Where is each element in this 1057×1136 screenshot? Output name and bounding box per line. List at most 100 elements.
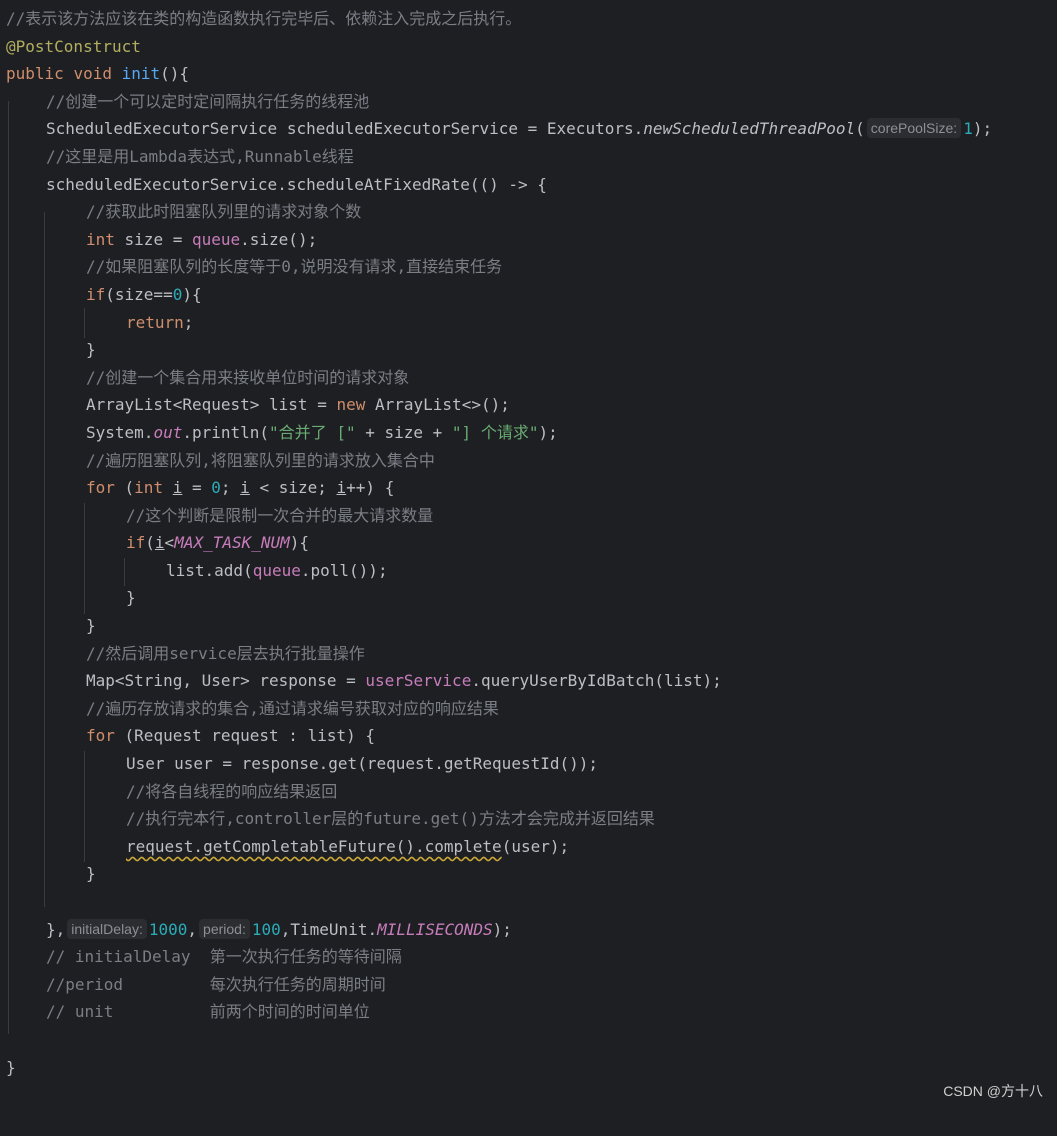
code-text: < size; [249,478,337,498]
keyword: for [86,478,115,498]
code-line: for (Request request : list) { [0,722,1057,750]
method-signature: public void init(){ [6,60,189,88]
code-line: //将各自线程的响应结果返回 [0,778,1057,806]
code-text: .println( [182,422,270,442]
annotation: @PostConstruct [6,36,141,56]
code-area[interactable]: //表示该方法应该在类的构造函数执行完毕后、依赖注入完成之后执行。 @PostC… [0,5,1057,1081]
code-text: ); [538,422,558,442]
statement: request.getCompletableFuture().complete(… [126,833,569,861]
code-text: (size== [105,284,173,304]
comment: //表示该方法应该在类的构造函数执行完毕后、依赖注入完成之后执行。 [6,9,522,28]
keyword: new [336,395,366,415]
keyword: int [86,229,115,249]
loop-variable: i [154,533,165,553]
code-text: ,TimeUnit. [280,919,378,939]
statement: return; [126,309,193,337]
number-literal: 100 [251,919,281,939]
field-reference: queue [252,560,301,580]
code-text: .queryUserByIdBatch(list); [471,671,722,691]
code-line: ArrayList<Request> list = new ArrayList<… [0,391,1057,419]
code-text: + size + [355,422,452,442]
statement: }, initialDelay: 1000, period: 100,TimeUnit.… [46,916,512,944]
comment: //遍历存放请求的集合,通过请求编号获取对应的响应结果 [86,698,499,718]
number-literal: 1 [963,119,973,139]
code-text: ArrayList<Request> list = [86,395,337,415]
parameter-hint: corePoolSize: [866,118,962,139]
code-text: list.add( [166,560,253,580]
keyword: if [126,533,146,553]
code-line: //获取此时阻塞队列里的请求对象个数 [0,198,1057,226]
statement: Map<String, User> response = userService… [86,667,722,695]
code-line: //执行完本行,controller层的future.get()方法才会完成并返… [0,805,1057,833]
code-line: //这个判断是限制一次合并的最大请求数量 [0,502,1057,530]
comment: //如果阻塞队列的长度等于0,说明没有请求,直接结束任务 [86,257,503,277]
warning-highlight: request.getCompletableFuture().complete [126,836,502,856]
code-line: //创建一个可以定时定间隔执行任务的线程池 [0,88,1057,116]
keyword: for [86,726,115,746]
code-line: request.getCompletableFuture().complete(… [0,833,1057,861]
code-line: //创建一个集合用来接收单位时间的请求对象 [0,364,1057,392]
code-text: ); [492,919,512,939]
code-text: ++) { [346,478,395,498]
keyword: public [6,64,64,84]
code-line: } [0,1054,1057,1082]
comment: //这里是用Lambda表达式,Runnable线程 [46,146,354,166]
comment: //将各自线程的响应结果返回 [126,781,338,801]
loop-variable: i [336,478,347,498]
csdn-watermark: CSDN @方十八 [943,1083,1043,1099]
field-reference: userService [365,671,472,691]
code-text: ( [145,533,155,553]
parameter-hint: initialDelay: [67,918,147,939]
comment: // initialDelay 第一次执行任务的等待间隔 [46,947,402,967]
keyword: void [73,64,112,84]
code-line: int size = queue.size(); [0,226,1057,254]
code-text: .poll()); [300,560,388,580]
code-text: Map<String, User> response = [86,671,366,691]
keyword: int [134,478,164,498]
code-line: //遍历存放请求的集合,通过请求编号获取对应的响应结果 [0,695,1057,723]
method-name: init [121,64,161,84]
statement: int size = queue.size(); [86,226,317,254]
statement: for (Request request : list) { [86,722,375,750]
code-text: ){ [182,284,202,304]
code-text: ; [183,312,194,332]
code-line: //然后调用service层去执行批量操作 [0,640,1057,668]
code-line: //period 每次执行任务的周期时间 [0,971,1057,999]
constant: MAX_TASK_NUM [174,533,290,553]
code-line: // initialDelay 第一次执行任务的等待间隔 [0,943,1057,971]
comment: //创建一个可以定时定间隔执行任务的线程池 [46,91,370,111]
statement: if(size==0){ [86,281,202,309]
statement: System.out.println("合并了 [" + size + "] 个… [86,419,558,447]
string-literal: "合并了 [" [269,422,356,442]
code-text: ){ [289,533,310,553]
closing-brace: } [86,340,96,360]
number-literal: 0 [211,478,221,498]
field-reference: queue [191,229,241,249]
code-line: } [0,860,1057,888]
string-literal: "] 个请求" [451,422,539,442]
code-line: //如果阻塞队列的长度等于0,说明没有请求,直接结束任务 [0,253,1057,281]
code-line: @PostConstruct [0,33,1057,61]
statement: for (int i = 0; i < size; i++) { [86,474,394,502]
code-text: ScheduledExecutorService scheduledExecut… [46,119,644,139]
code-line: } [0,584,1057,612]
static-method: newScheduledThreadPool [643,119,856,139]
code-line: } [0,336,1057,364]
loop-variable: i [172,478,183,498]
comment: //获取此时阻塞队列里的请求对象个数 [86,202,362,222]
closing-brace: } [126,588,136,608]
code-line: list.add(queue.poll()); [0,557,1057,585]
number-literal: 1000 [148,919,188,939]
code-text: ( [114,478,135,498]
code-text: , [187,919,198,939]
code-line: Map<String, User> response = userService… [0,667,1057,695]
comment: //执行完本行,controller层的future.get()方法才会完成并返… [126,809,655,829]
statement: scheduledExecutorService.scheduleAtFixed… [46,174,547,194]
code-line: } [0,612,1057,640]
keyword: return [126,312,184,332]
code-text: }, [46,919,66,939]
comment: //然后调用service层去执行批量操作 [86,643,365,663]
statement: ScheduledExecutorService scheduledExecut… [46,115,992,143]
code-text: = [182,478,212,498]
